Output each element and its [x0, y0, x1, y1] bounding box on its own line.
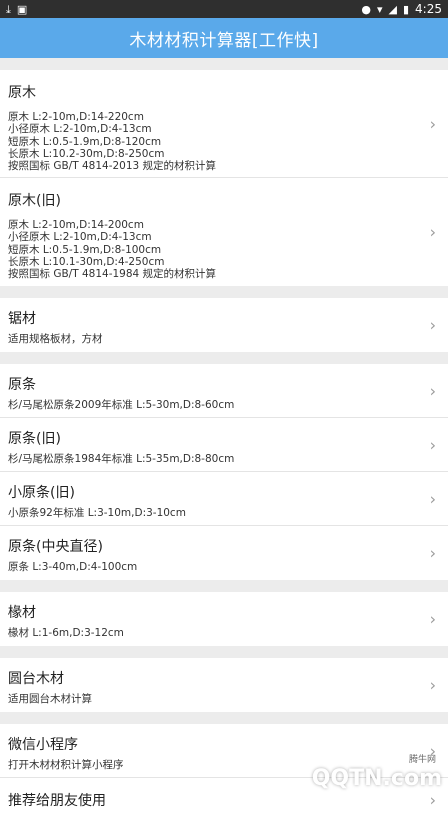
list-item-frustum-timber[interactable]: 圆台木材 适用圆台木材计算 ›	[0, 658, 448, 712]
status-time: 4:25	[415, 2, 442, 16]
list-item-log[interactable]: 原木 原木 L:2-10m,D:14-220cm 小径原木 L:2-10m,D:…	[0, 70, 448, 178]
item-title: 原条	[8, 377, 36, 393]
signal-icon: ◢	[388, 2, 397, 16]
item-desc: 按照国标 GB/T 4814-1984 规定的材积计算	[8, 268, 217, 281]
chevron-right-icon: ›	[429, 790, 436, 810]
list-item-small-pole-old[interactable]: 小原条(旧) 小原条92年标准 L:3-10m,D:3-10cm ›	[0, 472, 448, 526]
chevron-right-icon: ›	[429, 543, 436, 563]
item-title: 椽材	[8, 605, 36, 621]
item-title: 微信小程序	[8, 737, 78, 753]
chevron-right-icon: ›	[429, 114, 436, 133]
item-desc: 适用圆台木材计算	[8, 693, 92, 705]
status-bar: ⤓ ▣ ● ▾ ◢ ▮ 4:25	[0, 0, 448, 18]
item-desc: 杉/马尾松原条2009年标准 L:5-30m,D:8-60cm	[8, 399, 235, 411]
location-icon: ●	[361, 2, 371, 16]
list-item-sawn-timber[interactable]: 锯材 适用规格板材，方材 ›	[0, 298, 448, 352]
list-item-pole[interactable]: 原条 杉/马尾松原条2009年标准 L:5-30m,D:8-60cm ›	[0, 364, 448, 418]
list-item-log-old[interactable]: 原木(旧) 原木 L:2-10m,D:14-200cm 小径原木 L:2-10m…	[0, 178, 448, 286]
chevron-right-icon: ›	[429, 222, 436, 242]
item-title: 原条(中央直径)	[8, 539, 103, 555]
battery-icon: ▮	[402, 2, 410, 16]
group-sawn: 锯材 适用规格板材，方材 ›	[0, 298, 448, 352]
group-log: 原木 原木 L:2-10m,D:14-220cm 小径原木 L:2-10m,D:…	[0, 70, 448, 286]
list-item-pole-mid-diameter[interactable]: 原条(中央直径) 原条 L:3-40m,D:4-100cm ›	[0, 526, 448, 580]
app-bar: 木材材积计算器[工作快]	[0, 18, 448, 58]
watermark-brand: QQTN.com	[311, 766, 442, 791]
list-item-pole-old[interactable]: 原条(旧) 杉/马尾松原条1984年标准 L:5-35m,D:8-80cm ›	[0, 418, 448, 472]
item-title: 原条(旧)	[8, 431, 61, 447]
chevron-right-icon: ›	[429, 489, 436, 508]
chevron-right-icon: ›	[429, 435, 436, 454]
group-rafter: 椽材 椽材 L:1-6m,D:3-12cm ›	[0, 592, 448, 646]
item-title: 小原条(旧)	[8, 485, 75, 501]
item-desc: 原木 L:2-10m,D:14-220cm	[8, 111, 144, 123]
watermark-site: 腾牛网	[408, 755, 436, 765]
calculator-list: 原木 原木 L:2-10m,D:14-220cm 小径原木 L:2-10m,D:…	[0, 58, 448, 822]
item-title: 原木(旧)	[8, 193, 61, 209]
download-icon: ⤓	[6, 2, 11, 16]
chevron-right-icon: ›	[429, 381, 436, 400]
item-desc: 原木 L:2-10m,D:14-200cm	[8, 219, 144, 231]
item-title: 圆台木材	[8, 671, 64, 687]
app-title: 木材材积计算器[工作快]	[129, 30, 319, 51]
watermark: 腾牛网 QQTN.com	[311, 755, 442, 791]
item-desc: 杉/马尾松原条1984年标准 L:5-35m,D:8-80cm	[8, 453, 235, 465]
item-desc: 适用规格板材，方材	[8, 333, 103, 345]
item-desc: 小径原木 L:2-10m,D:4-13cm	[8, 231, 152, 244]
item-desc: 按照国标 GB/T 4814-2013 规定的材积计算	[8, 160, 217, 173]
item-desc: 椽材 L:1-6m,D:3-12cm	[8, 627, 124, 639]
item-desc: 短原木 L:0.5-1.9m,D:8-120cm	[8, 135, 162, 148]
group-frustum: 圆台木材 适用圆台木材计算 ›	[0, 658, 448, 712]
item-title: 推荐给朋友使用	[8, 793, 106, 809]
item-title: 原木	[8, 85, 36, 101]
chevron-right-icon: ›	[429, 675, 436, 695]
wifi-icon: ▾	[376, 2, 383, 16]
item-desc: 长原木 L:10.2-30m,D:8-250cm	[8, 147, 165, 160]
item-desc: 小原条92年标准 L:3-10m,D:3-10cm	[8, 507, 186, 519]
chevron-right-icon: ›	[429, 609, 436, 629]
item-desc: 小径原木 L:2-10m,D:4-13cm	[8, 123, 152, 136]
item-title: 锯材	[8, 311, 36, 327]
image-icon: ▣	[16, 2, 28, 16]
item-desc: 短原木 L:0.5-1.9m,D:8-100cm	[8, 243, 162, 256]
group-pole: 原条 杉/马尾松原条2009年标准 L:5-30m,D:8-60cm › 原条(…	[0, 364, 448, 580]
item-desc: 长原木 L:10.1-30m,D:4-250cm	[8, 255, 165, 268]
list-item-rafter[interactable]: 椽材 椽材 L:1-6m,D:3-12cm ›	[0, 592, 448, 646]
chevron-right-icon: ›	[429, 315, 436, 335]
item-desc: 原条 L:3-40m,D:4-100cm	[8, 561, 138, 573]
